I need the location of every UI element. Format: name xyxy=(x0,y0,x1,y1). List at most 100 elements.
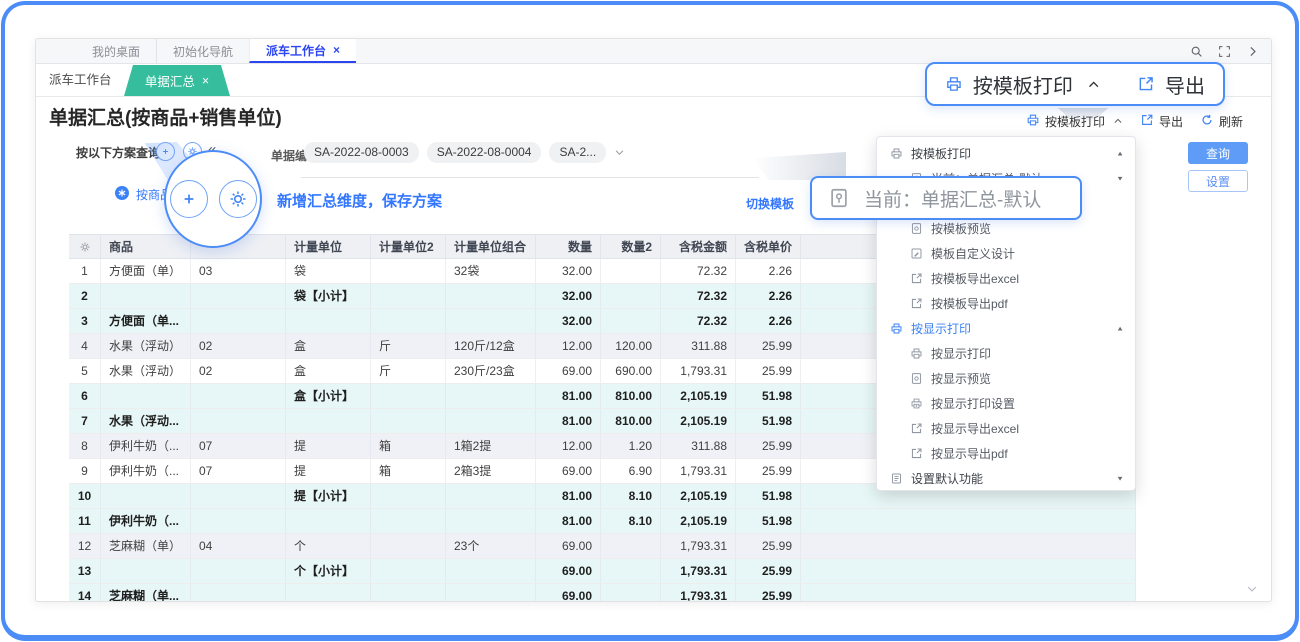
doc-no-tag-1[interactable]: SA-2022-08-0004 xyxy=(427,142,542,163)
menu-item-0[interactable]: 按模板打印 ▲ xyxy=(877,141,1135,166)
table-row-12[interactable]: 12芝麻糊（单）04个23个69.001,793.3125.99 xyxy=(69,534,1136,559)
menu-item-11[interactable]: 按显示导出excel xyxy=(877,416,1135,441)
menu-item-5[interactable]: 按模板导出excel xyxy=(877,266,1135,291)
cell: 芝麻糊（单... xyxy=(101,584,191,601)
cell: 120.00 xyxy=(601,334,661,358)
cell xyxy=(446,509,536,533)
header-cell-7: 数量2 xyxy=(601,235,661,258)
subtab-label: 单据汇总 xyxy=(145,71,195,90)
header-cell-1: 商品 xyxy=(101,235,191,258)
row-number: 5 xyxy=(69,359,101,383)
scheme-query-label: 按以下方案查询 xyxy=(76,144,160,161)
table-row-14[interactable]: 14芝麻糊（单...69.001,793.3125.99 xyxy=(69,584,1136,601)
screenshot-stage: 我的桌面初始化导航派车工作台× 派车工作台 单据汇总 × 单据汇总(按商品+销售… xyxy=(0,0,1300,642)
cell: 1,793.31 xyxy=(661,584,736,601)
close-icon[interactable]: × xyxy=(202,74,209,88)
row-number: 7 xyxy=(69,409,101,433)
subtab-document-summary[interactable]: 单据汇总 × xyxy=(124,65,230,96)
print-by-template-label[interactable]: 按模板打印 xyxy=(973,70,1073,99)
cell xyxy=(601,309,661,333)
cell: 袋 xyxy=(286,259,371,283)
menu-item-9[interactable]: 按显示预览 xyxy=(877,366,1135,391)
triangle-down-icon[interactable]: ▼ xyxy=(1116,475,1124,482)
subtab-dispatch-workbench[interactable]: 派车工作台 xyxy=(49,64,112,96)
cell: 2,105.19 xyxy=(661,509,736,533)
cell xyxy=(191,559,286,583)
cell: 2,105.19 xyxy=(661,484,736,508)
menu-item-label: 按模板预览 xyxy=(931,220,991,237)
header-gear-cell[interactable] xyxy=(69,235,101,258)
top-tab-1[interactable]: 初始化导航 xyxy=(156,39,249,63)
cell: 51.98 xyxy=(736,384,801,408)
print-by-template-button[interactable]: 按模板打印 xyxy=(1026,113,1123,130)
doc-no-tags: SA-2022-08-0003 SA-2022-08-0004 SA-2... xyxy=(304,142,625,163)
export-label[interactable]: 导出 xyxy=(1165,70,1205,99)
cell xyxy=(191,284,286,308)
search-icon[interactable] xyxy=(1190,45,1203,58)
window-corner-icons xyxy=(1190,39,1259,63)
menu-item-13[interactable]: 设置默认功能▼ xyxy=(877,466,1135,491)
menu-item-label: 按模板打印 xyxy=(911,145,971,162)
table-row-13[interactable]: 13个【小计】69.001,793.3125.99 xyxy=(69,559,1136,584)
menu-item-label: 按显示导出excel xyxy=(931,420,1019,437)
query-button[interactable]: 查询 xyxy=(1188,142,1248,164)
cell: 1,793.31 xyxy=(661,459,736,483)
printer-icon xyxy=(890,322,903,335)
chevron-up-icon[interactable] xyxy=(1087,77,1100,92)
fullscreen-icon[interactable] xyxy=(1218,45,1231,58)
save-scheme-settings-button[interactable] xyxy=(219,180,257,218)
cell xyxy=(191,309,286,333)
cell: 230斤/23盒 xyxy=(446,359,536,383)
table-row-11[interactable]: 11伊利牛奶（...81.008.102,105.1951.98 xyxy=(69,509,1136,534)
cell: 1,793.31 xyxy=(661,559,736,583)
triangle-up-icon[interactable]: ▲ xyxy=(1116,150,1124,157)
scroll-down-icon[interactable] xyxy=(1246,582,1258,594)
close-icon[interactable]: × xyxy=(333,44,340,56)
triangle-down-icon[interactable]: ▼ xyxy=(1116,175,1124,182)
cell: 81.00 xyxy=(536,409,601,433)
cell xyxy=(446,384,536,408)
export-button[interactable]: 导出 xyxy=(1140,113,1183,130)
cell: 25.99 xyxy=(736,359,801,383)
top-tab-0[interactable]: 我的桌面 xyxy=(76,39,156,63)
cell-empty xyxy=(801,534,1136,558)
cell xyxy=(371,384,446,408)
header-cell-3: 计量单位 xyxy=(286,235,371,258)
print-settings-icon xyxy=(910,397,923,410)
refresh-button[interactable]: 刷新 xyxy=(1200,113,1243,130)
chevron-up-icon[interactable] xyxy=(1110,115,1123,129)
cell: 袋【小计】 xyxy=(286,284,371,308)
plus-icon xyxy=(160,146,171,157)
cell: 芝麻糊（单） xyxy=(101,534,191,558)
cell xyxy=(191,384,286,408)
menu-item-12[interactable]: 按显示导出pdf xyxy=(877,441,1135,466)
doc-no-tag-2[interactable]: SA-2... xyxy=(549,142,606,163)
chevron-right-icon[interactable] xyxy=(1246,45,1259,58)
location-doc-icon xyxy=(828,187,850,209)
cell: 51.98 xyxy=(736,509,801,533)
menu-item-8[interactable]: 按显示打印 xyxy=(877,341,1135,366)
menu-item-label: 按显示打印 xyxy=(931,345,991,362)
menu-item-6[interactable]: 按模板导出pdf xyxy=(877,291,1135,316)
top-tab-2[interactable]: 派车工作台× xyxy=(249,39,356,63)
header-cell-6: 数量 xyxy=(536,235,601,258)
chevron-down-icon[interactable] xyxy=(614,147,625,158)
menu-item-10[interactable]: 按显示打印设置 xyxy=(877,391,1135,416)
menu-item-4[interactable]: 模板自定义设计 xyxy=(877,241,1135,266)
cell: 盒 xyxy=(286,334,371,358)
menu-item-7[interactable]: 按显示打印▲ xyxy=(877,316,1135,341)
settings-button[interactable]: 设置 xyxy=(1188,170,1248,192)
gear-icon[interactable] xyxy=(79,241,91,253)
chevron-down-icon[interactable] xyxy=(1246,583,1258,595)
switch-template-link[interactable]: 切换模板 xyxy=(746,195,794,212)
add-scheme-button[interactable] xyxy=(156,142,175,161)
doc-no-tag-0[interactable]: SA-2022-08-0003 xyxy=(304,142,419,163)
scheme-zoom-bubble xyxy=(164,150,262,248)
triangle-up-icon[interactable]: ▲ xyxy=(1116,325,1124,332)
menu-item-label: 按显示导出pdf xyxy=(931,445,1008,462)
header-cell-5: 计量单位组合 xyxy=(446,235,536,258)
cell: 盒 xyxy=(286,359,371,383)
add-summary-dimension-button[interactable] xyxy=(170,180,208,218)
cell: 72.32 xyxy=(661,309,736,333)
cell: 07 xyxy=(191,434,286,458)
